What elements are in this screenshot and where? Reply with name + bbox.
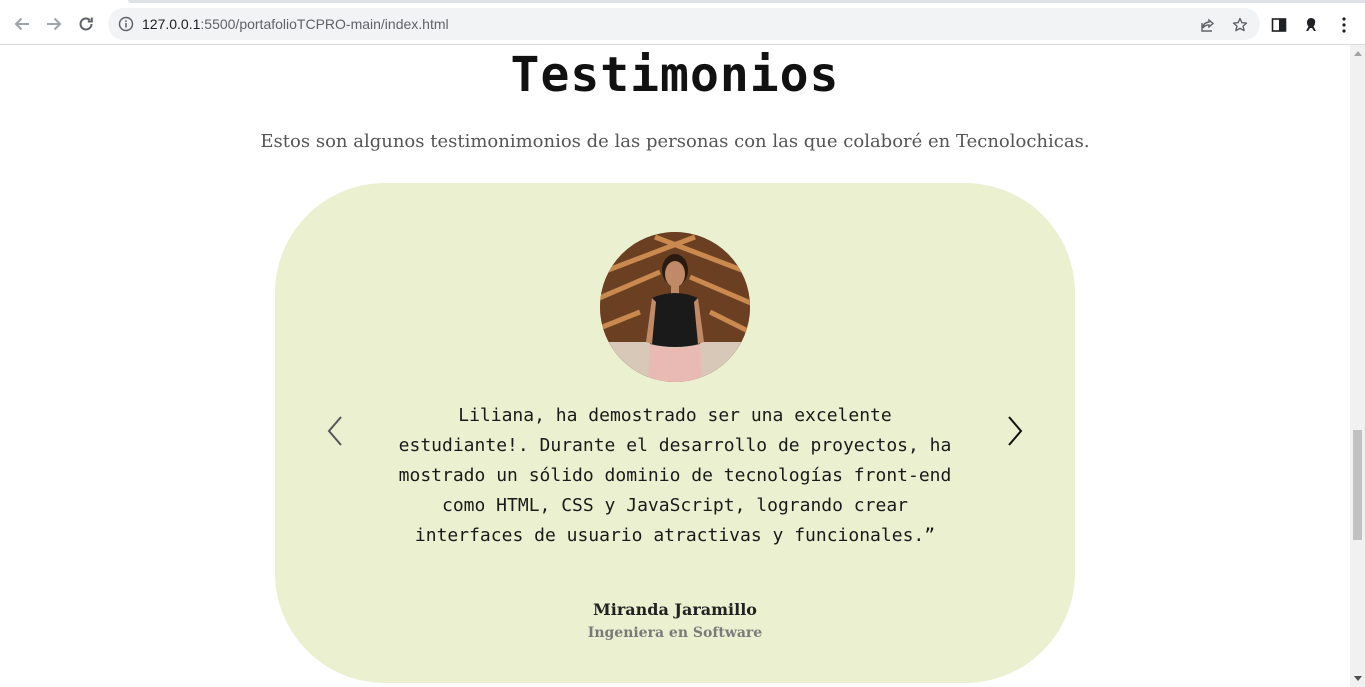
testimonial-card: Liliana, ha demostrado ser una excelente… [275,183,1075,683]
page-viewport: Testimonios Estos son algunos testimonim… [0,45,1350,687]
chevron-right-icon [1006,415,1024,452]
chevron-left-icon [326,415,344,452]
profile-icon[interactable] [1301,15,1321,35]
address-bar[interactable]: 127.0.0.1:5500/portafolioTCPRO-main/inde… [108,8,1260,40]
browser-toolbar: 127.0.0.1:5500/portafolioTCPRO-main/inde… [0,4,1365,45]
back-icon[interactable] [10,12,34,36]
side-panel-icon[interactable] [1269,15,1289,35]
url-host: 127.0.0.1 [142,16,201,32]
info-icon[interactable] [118,16,134,32]
section-title: Testimonios [510,47,840,103]
carousel-prev-button[interactable] [320,415,350,451]
page-scrollbar[interactable] [1350,45,1365,687]
carousel-next-button[interactable] [1000,415,1030,451]
forward-icon[interactable] [42,12,66,36]
testimonial-author: Miranda Jaramillo [593,600,757,619]
testimonial-quote: Liliana, ha demostrado ser una excelente… [398,405,952,546]
url-path: :5500/portafolioTCPRO-main/index.html [200,16,449,32]
testimonial-role: Ingeniera en Software [587,625,763,641]
star-icon[interactable] [1231,16,1249,34]
avatar [600,232,750,382]
scrollbar-thumb[interactable] [1353,430,1362,540]
scroll-down-icon[interactable] [1354,676,1362,681]
reload-icon[interactable] [74,12,98,36]
menu-icon[interactable] [1334,15,1354,35]
scroll-up-icon[interactable] [1354,51,1362,56]
share-icon[interactable] [1199,16,1217,34]
url-text[interactable]: 127.0.0.1:5500/portafolioTCPRO-main/inde… [142,16,449,32]
section-subtitle: Estos son algunos testimonimonios de las… [260,131,1090,152]
